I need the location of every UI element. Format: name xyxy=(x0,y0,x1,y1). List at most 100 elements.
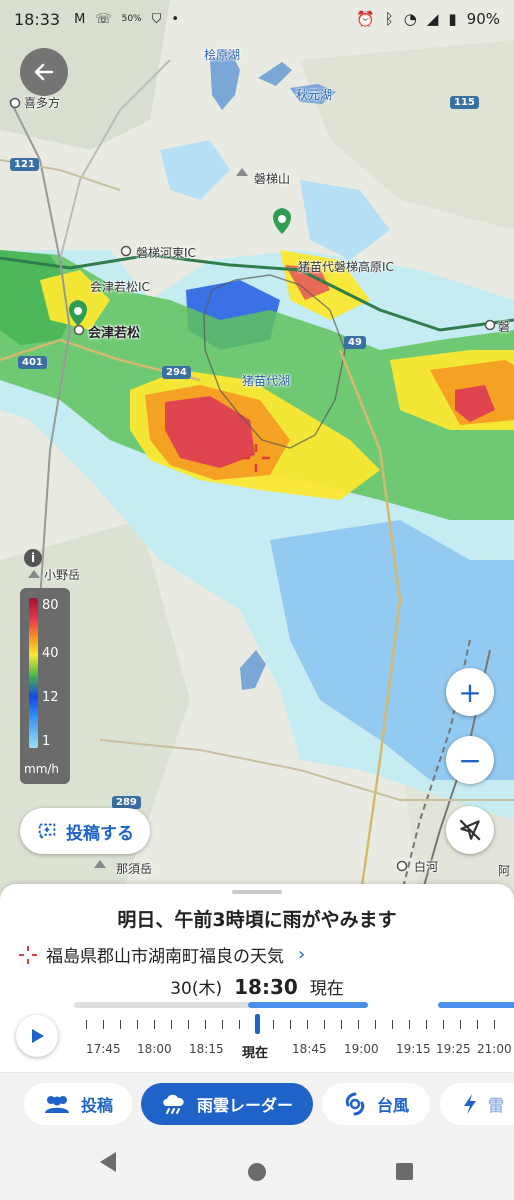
timeline-tick xyxy=(477,1020,478,1029)
sheet-drag-handle[interactable] xyxy=(232,890,282,894)
route-shield: 115 xyxy=(450,96,479,109)
timeline-tick xyxy=(103,1020,104,1029)
place-label: 猪苗代湖 xyxy=(242,374,291,388)
time-slider[interactable]: 17:45 18:00 18:15 現在 18:45 19:00 19:15 1… xyxy=(72,1002,514,1062)
place-label: 阿 xyxy=(498,864,511,878)
status-time: 18:33 xyxy=(14,9,61,29)
place-label: 秋元湖 xyxy=(296,88,333,102)
play-icon xyxy=(32,1029,44,1043)
timeline-forecast-track xyxy=(248,1002,368,1008)
tab-typhoon[interactable]: 台風 xyxy=(322,1083,430,1125)
timeline-tick xyxy=(137,1020,138,1029)
radar-map[interactable]: 桧原湖 喜多方 秋元湖 磐梯山 磐梯河東IC 会津若松IC 猪苗代磐梯高原IC … xyxy=(0,0,514,900)
timeline-label: 19:00 xyxy=(344,1042,379,1056)
nav-back-button[interactable] xyxy=(92,1154,126,1188)
date-label: 30(木) xyxy=(170,979,223,999)
bluetooth-icon: ᛒ xyxy=(384,10,394,28)
place-label: 会津若松IC xyxy=(90,280,150,294)
place-label: 白河 xyxy=(414,860,439,874)
shield-icon: ⛉ xyxy=(151,11,162,27)
status-bar: 18:33 M ☏ 50% ⛉ • ⏰ ᛒ ◔ ◢ ▮ 90% xyxy=(0,0,514,38)
place-label: 猪苗代磐梯高原IC xyxy=(298,260,394,274)
dot-icon: • xyxy=(171,11,180,27)
typhoon-icon xyxy=(345,1092,365,1116)
timeline-label: 17:45 xyxy=(86,1042,121,1056)
legend-tick: 1 xyxy=(42,734,51,749)
place-label: 会津若松 xyxy=(88,326,141,341)
route-shield: 121 xyxy=(10,158,39,171)
back-button[interactable] xyxy=(20,48,68,96)
post-bubble-icon xyxy=(38,823,56,841)
route-shield: 49 xyxy=(344,336,366,349)
route-shield: 294 xyxy=(162,366,191,379)
timeline-tick xyxy=(375,1020,376,1029)
timeline-tick xyxy=(341,1020,342,1029)
place-label: 磐 xyxy=(498,320,511,334)
rain-legend: 80 40 12 1 mm/h xyxy=(20,588,70,784)
timeline-tick xyxy=(307,1020,308,1029)
play-button[interactable] xyxy=(16,1015,58,1057)
timeline-label: 19:25 xyxy=(436,1042,471,1056)
tab-post[interactable]: 投稿 xyxy=(24,1083,132,1125)
gmail-icon: M xyxy=(74,11,86,27)
wifi-calling-icon: ☏ xyxy=(95,11,112,27)
place-label: 磐梯河東IC xyxy=(136,246,196,260)
timeline-tick xyxy=(239,1020,240,1029)
timeline-tick xyxy=(358,1020,359,1029)
timeline-label: 18:15 xyxy=(189,1042,224,1056)
zoom-in-button[interactable]: + xyxy=(446,668,494,716)
timeline-label: 18:45 xyxy=(292,1042,327,1056)
chevron-right-icon: › xyxy=(298,944,306,965)
nav-home-button[interactable] xyxy=(240,1154,274,1188)
timeline-forecast-track xyxy=(438,1002,514,1008)
timeline-tick xyxy=(426,1020,427,1029)
place-label: 小野岳 xyxy=(44,568,81,582)
post-button[interactable]: 投稿する xyxy=(20,808,150,854)
route-shield: 401 xyxy=(18,356,47,369)
tab-label: 投稿 xyxy=(80,1096,113,1115)
post-button-label: 投稿する xyxy=(66,823,134,844)
tab-label: 台風 xyxy=(376,1096,409,1115)
timeline-tick xyxy=(86,1020,87,1029)
rain-forecast-headline: 明日、午前3時頃に雨がやみます xyxy=(117,909,397,931)
my-location-button[interactable] xyxy=(446,806,494,854)
zoom-out-button[interactable]: − xyxy=(446,736,494,784)
tab-rain-radar[interactable]: 雨雲レーダー xyxy=(141,1083,313,1125)
timeline-tick xyxy=(120,1020,121,1029)
timeline-tick xyxy=(324,1020,325,1029)
place-label: 喜多方 xyxy=(24,96,61,110)
timeline-label: 18:00 xyxy=(137,1042,172,1056)
tab-label: 雷 xyxy=(488,1096,505,1115)
time-label: 18:30 xyxy=(234,975,298,999)
forecast-sheet: 明日、午前3時頃に雨がやみます 福島県郡山市湖南町福良の天気 › 30(木) 18… xyxy=(0,884,514,1080)
tab-label: 雨雲レーダー xyxy=(196,1096,293,1115)
legend-tick: 40 xyxy=(42,646,59,661)
timeline-tick xyxy=(273,1020,274,1029)
place-label: 磐梯山 xyxy=(254,172,291,186)
place-label: 那須岳 xyxy=(116,862,153,876)
location-link[interactable]: 福島県郡山市湖南町福良の天気 › xyxy=(18,942,305,967)
timeline-label-now: 現在 xyxy=(242,1046,269,1061)
people-icon xyxy=(44,1096,69,1113)
system-nav-bar xyxy=(0,1134,514,1200)
timeline-tick xyxy=(188,1020,189,1029)
timeline-thumb[interactable] xyxy=(255,1014,260,1034)
info-icon[interactable]: i xyxy=(24,549,42,567)
timeline-tick xyxy=(409,1020,410,1029)
timeline-tick xyxy=(171,1020,172,1029)
battery-level: 90% xyxy=(466,10,500,28)
timeline-tick xyxy=(222,1020,223,1029)
location-name: 福島県郡山市湖南町福良の天気 xyxy=(46,947,284,967)
legend-tick: 12 xyxy=(42,690,59,705)
legend-unit: mm/h xyxy=(24,762,60,776)
nav-recents-button[interactable] xyxy=(387,1154,421,1188)
tab-lightning[interactable]: 雷 xyxy=(440,1083,514,1125)
timeline-past-track xyxy=(74,1002,250,1008)
timeline-tick xyxy=(460,1020,461,1029)
wifi-icon: ◔ xyxy=(403,10,417,28)
alarm-icon: ⏰ xyxy=(356,10,375,28)
minus-icon: − xyxy=(458,743,482,777)
battery-icon: ▮ xyxy=(448,10,457,28)
crosshair-icon xyxy=(19,945,37,964)
timeline-label: 21:00 xyxy=(477,1042,512,1056)
